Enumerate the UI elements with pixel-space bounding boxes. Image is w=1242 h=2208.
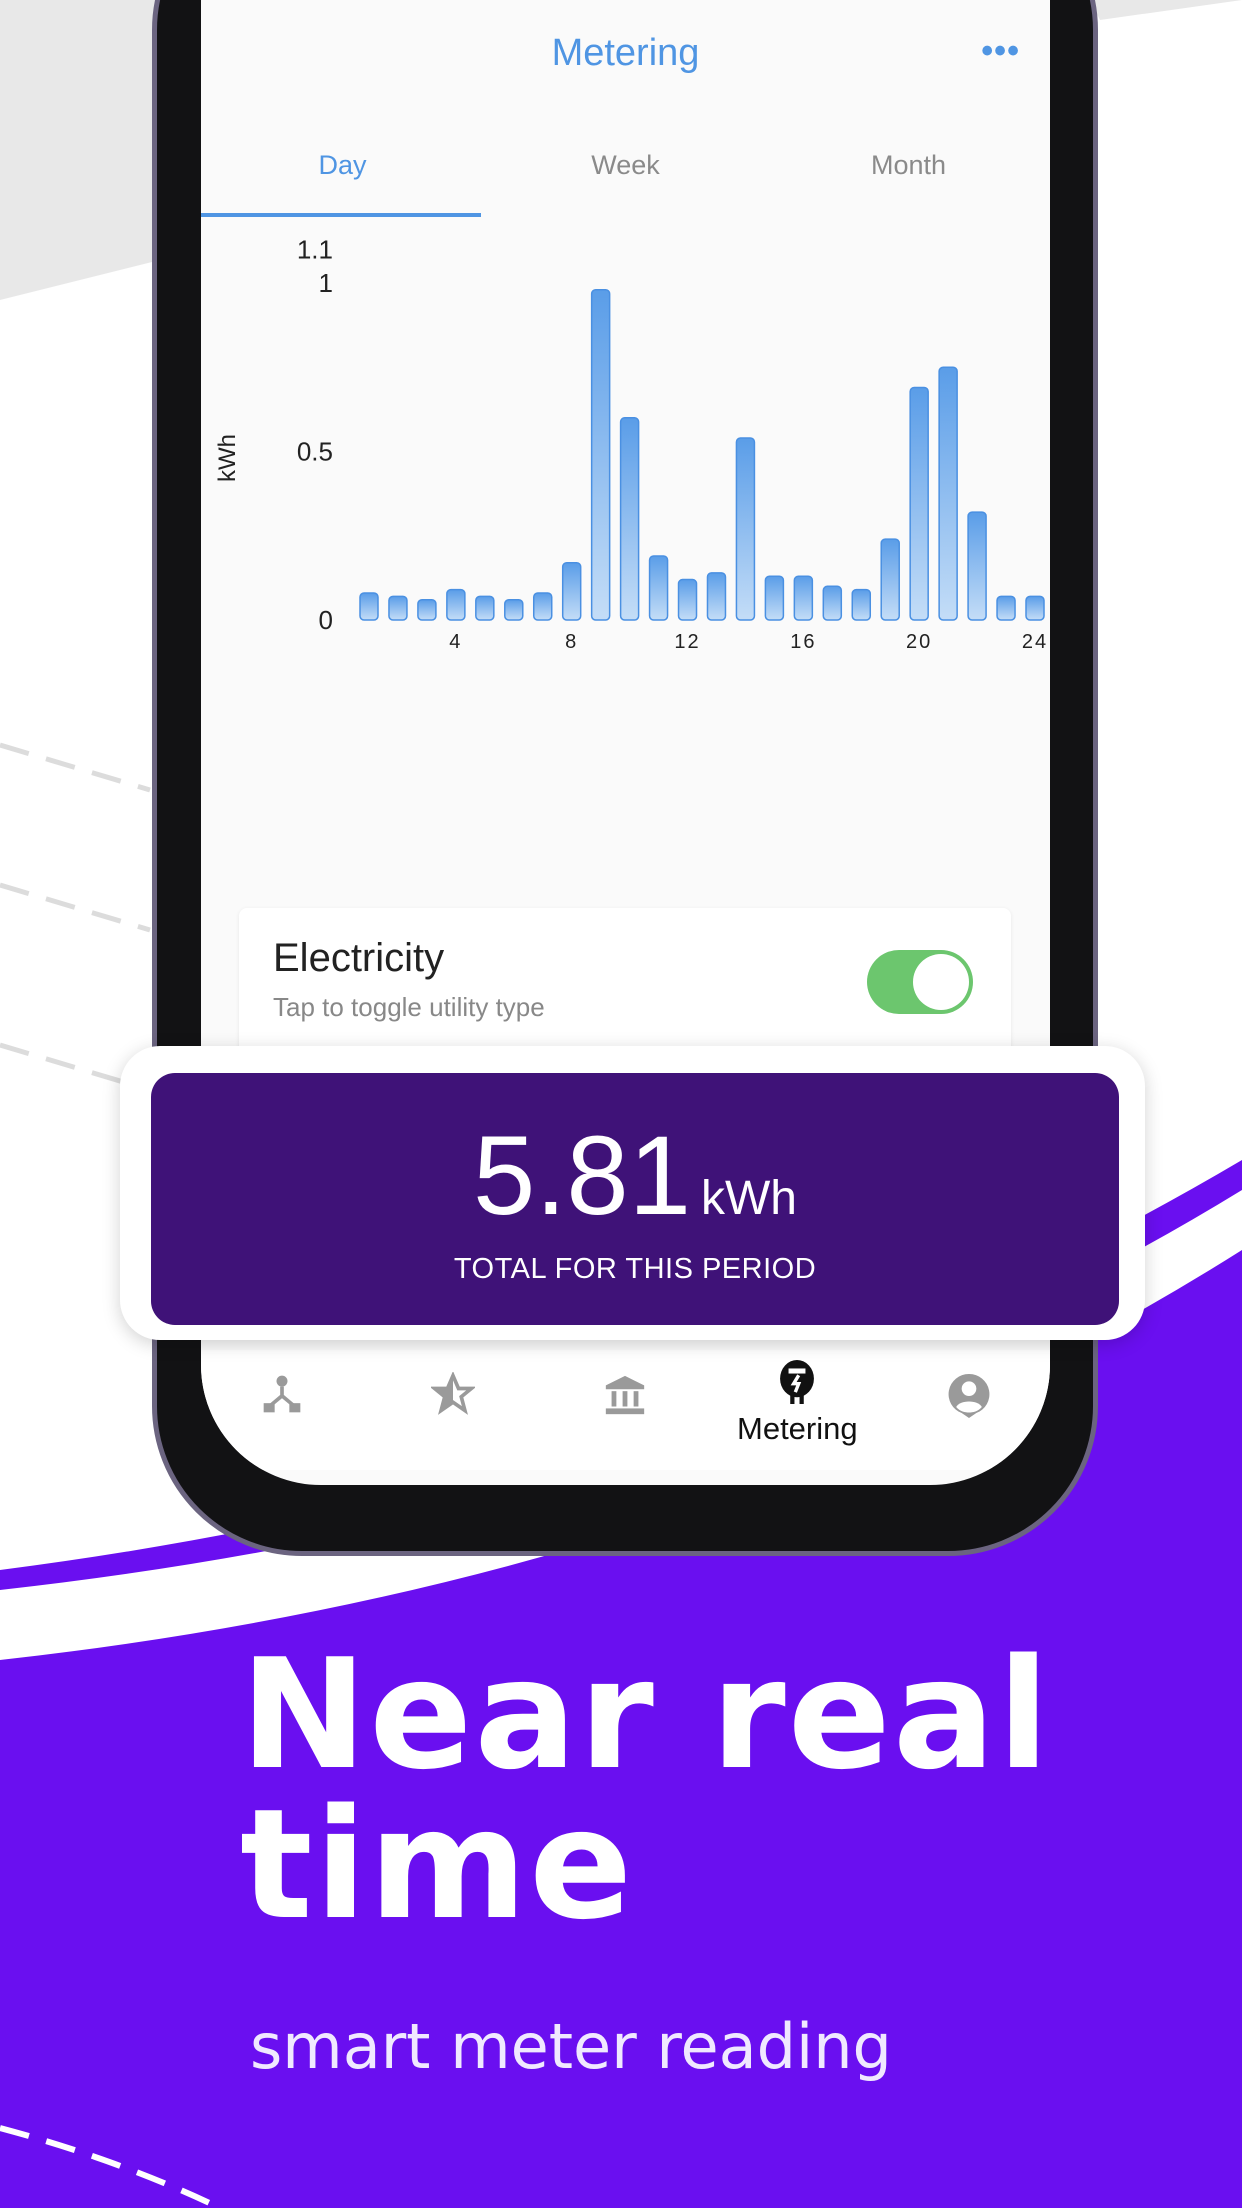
x-tick-label: 8	[565, 631, 578, 653]
bar-hour-18	[851, 588, 872, 621]
bar-hour-22	[967, 511, 987, 621]
bar-hour-2	[388, 595, 408, 621]
hierarchy-icon	[263, 1375, 301, 1413]
bar-hour-14	[735, 437, 756, 621]
nav-profile[interactable]	[909, 1372, 1029, 1425]
bar-hour-9	[590, 288, 611, 621]
x-tick-label: 24	[1022, 631, 1048, 653]
x-tick-label: 4	[449, 631, 462, 653]
total-panel: 5.81 kWh TOTAL FOR THIS PERIOD	[120, 1046, 1145, 1340]
grey-shape-right	[1090, 0, 1242, 20]
nav-favourites[interactable]	[393, 1371, 513, 1421]
y-tick-label: 0	[319, 605, 333, 635]
y-axis-label: kWh	[214, 434, 241, 482]
bar-hour-7	[532, 592, 553, 621]
bar-hour-10	[619, 417, 640, 621]
meter-icon	[780, 1360, 814, 1404]
nav-bank[interactable]	[565, 1372, 685, 1423]
bar-hour-21	[938, 366, 958, 621]
star-half-icon	[429, 1371, 477, 1415]
bar-hour-17	[822, 585, 843, 621]
bar-hour-12	[677, 578, 698, 621]
utility-title: Electricity	[273, 936, 445, 980]
bar-hour-19	[880, 538, 900, 621]
bar-hour-4	[446, 588, 466, 621]
bar-hour-23	[996, 595, 1016, 621]
utility-toggle[interactable]	[867, 950, 973, 1014]
grey-shape	[0, 0, 160, 300]
y-tick-label: 0.5	[297, 437, 333, 467]
total-unit: kWh	[700, 1172, 797, 1225]
total-box: 5.81 kWh TOTAL FOR THIS PERIOD	[151, 1073, 1119, 1325]
utility-card[interactable]: Electricity Tap to toggle utility type	[239, 908, 1011, 1058]
total-value: 5.81	[473, 1113, 691, 1238]
bank-icon	[605, 1375, 645, 1415]
usage-chart: kWh 0 0.5 1 1.1 4 8 12 16 20 24	[214, 234, 1048, 653]
bar-hour-16	[793, 575, 814, 621]
bar-hour-5	[475, 595, 495, 621]
bar-hour-11	[648, 555, 669, 621]
headline-line-1: Near real	[240, 1626, 1052, 1803]
total-label: TOTAL FOR THIS PERIOD	[453, 1253, 817, 1285]
utility-subtitle: Tap to toggle utility type	[273, 992, 545, 1022]
headline-line-2: time	[240, 1776, 635, 1953]
nav-metering[interactable]: Metering	[737, 1360, 858, 1447]
profile-icon	[948, 1373, 990, 1418]
x-tick-label: 20	[906, 631, 932, 653]
y-tick-label: 1.1	[297, 234, 333, 264]
bar-hour-6	[504, 599, 524, 621]
y-tick-label: 1	[319, 268, 333, 298]
bar-hour-13	[706, 572, 727, 621]
nav-label-metering: Metering	[737, 1411, 858, 1446]
x-tick-label: 12	[674, 631, 700, 653]
bottom-nav: Metering	[201, 1350, 1050, 1470]
nav-hierarchy[interactable]	[222, 1372, 342, 1421]
x-tick-label: 16	[790, 631, 816, 653]
dashed-lines	[0, 742, 151, 1093]
promo-headline: Near real time	[240, 1626, 1052, 1953]
bar-hour-8	[561, 561, 582, 621]
total-value-row: 5.81 kWh	[151, 1111, 1119, 1240]
toggle-knob	[913, 954, 969, 1010]
promo-subheadline: smart meter reading	[250, 2010, 892, 2083]
bar-hour-15	[764, 575, 785, 621]
bar-hour-24	[1025, 595, 1045, 621]
bar-hour-3	[417, 599, 437, 621]
bar-hour-20	[909, 386, 929, 621]
bar-hour-1	[359, 592, 379, 621]
